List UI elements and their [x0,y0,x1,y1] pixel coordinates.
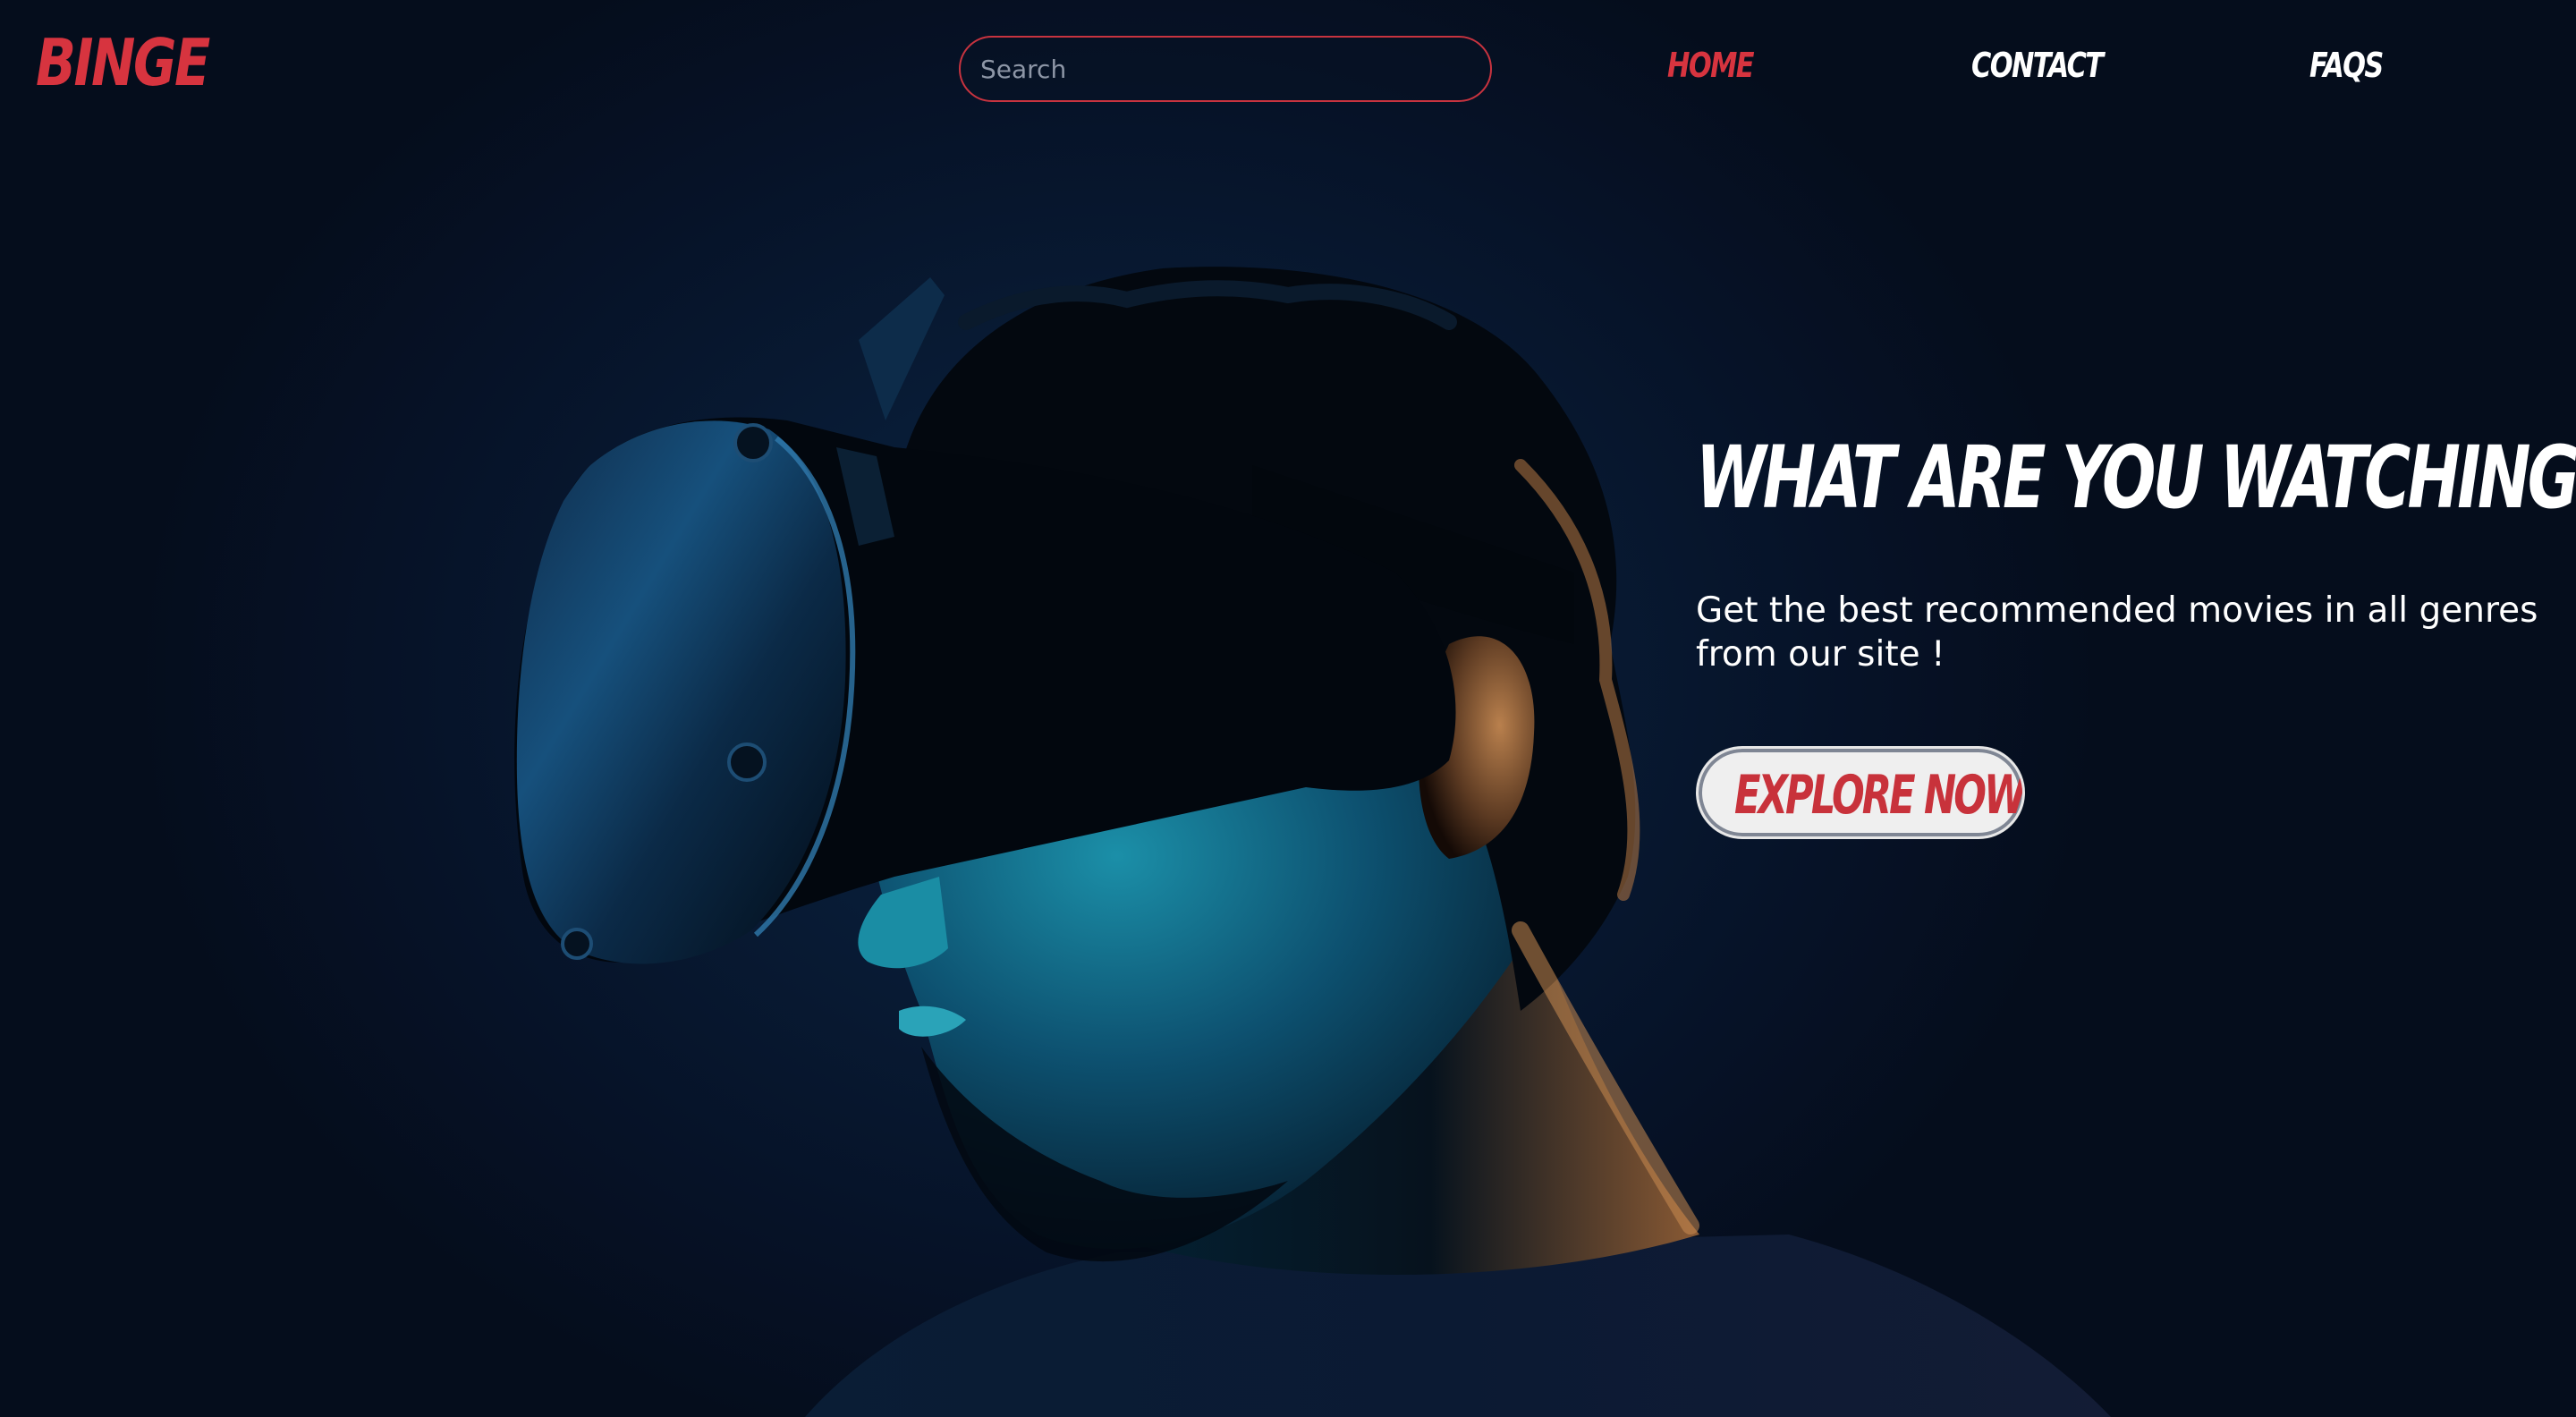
nav-home-link[interactable]: HOME [1667,48,1755,82]
explore-now-label: EXPLORE NOW [1734,764,2024,827]
hero-subtext: Get the best recommended movies in all g… [1696,590,2538,675]
nav-contact-link[interactable]: CONTACT [1971,48,2104,82]
hero-background-image [514,267,2111,1417]
nav-faqs-link[interactable]: FAQS [2309,48,2384,82]
search-input[interactable] [959,36,1492,102]
explore-now-button[interactable]: EXPLORE NOW [1696,746,2025,839]
landing-page: BINGE HOME CONTACT FAQS WHAT ARE YOU WAT… [0,0,2576,1417]
brand-logo[interactable]: BINGE [36,30,210,95]
hero-headline: WHAT ARE YOU WATCHING ? [1696,428,2576,528]
